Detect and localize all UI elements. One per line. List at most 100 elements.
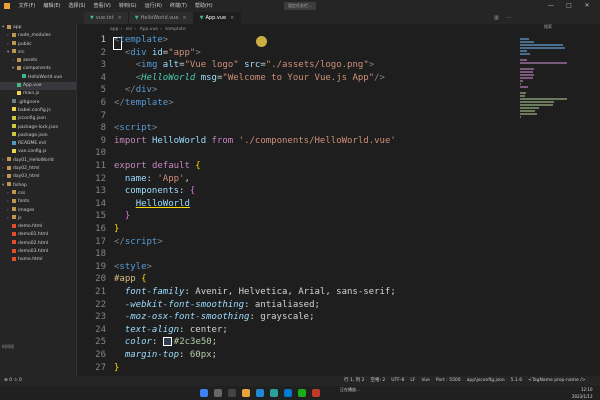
- line-number: 24: [95, 324, 106, 335]
- line-number: 15: [95, 211, 106, 222]
- status-item[interactable]: Vue: [422, 378, 430, 383]
- vscode-taskbar-icon[interactable]: [284, 389, 292, 397]
- tree-item[interactable]: demo02.html: [0, 240, 76, 248]
- tree-item[interactable]: HelloWorld.vue: [0, 74, 76, 82]
- line-number: 5: [100, 85, 106, 96]
- code-line: 7: [84, 110, 114, 123]
- status-problems[interactable]: ⊗ 0 ⚠ 0: [4, 376, 22, 386]
- status-item[interactable]: <TagName prop-name />: [528, 378, 585, 383]
- recorder-icon[interactable]: [312, 389, 320, 397]
- tree-item[interactable]: › day02_html: [0, 165, 76, 173]
- close-tab-icon[interactable]: ×: [230, 15, 234, 21]
- tree-item[interactable]: home.html: [0, 256, 76, 264]
- split-editor-icon[interactable]: ▥: [494, 15, 499, 21]
- code-line: 25 color: #2c3e50;: [84, 336, 217, 349]
- close-tab-icon[interactable]: ×: [118, 15, 122, 21]
- status-item[interactable]: 空格: 2: [370, 378, 385, 383]
- tree-item[interactable]: › day01_HelloWorld: [0, 157, 76, 165]
- tree-item[interactable]: babel.config.js: [0, 107, 76, 115]
- status-item[interactable]: 5.1.6: [511, 378, 522, 383]
- menu-item[interactable]: 运行(R): [141, 0, 166, 12]
- tree-item[interactable]: main.js: [0, 90, 76, 98]
- status-bar: ⊗ 0 ⚠ 0 行 1, 列 2 空格: 2 UTF-8 LF Vue Port : 55…: [0, 376, 600, 386]
- file-tree: ▾ app › node_modules › public ▾ src › assets ▾ comp…: [0, 24, 76, 265]
- breadcrumb-folder[interactable]: app: [110, 27, 118, 32]
- tree-item[interactable]: ▾ tishop: [0, 182, 76, 190]
- tree-item[interactable]: App.vue: [0, 82, 76, 91]
- breadcrumb-file[interactable]: App.vue: [140, 27, 159, 32]
- menu-item[interactable]: 选择(S): [64, 0, 89, 12]
- editor-tabs: ▼ vue.txt × ▼ HelloWorld.vue × ▼ App.vue ×: [84, 12, 242, 24]
- search-icon[interactable]: [214, 389, 222, 397]
- line-number: 12: [95, 173, 106, 184]
- close-tab-icon[interactable]: ×: [182, 15, 186, 21]
- code-text: }: [114, 210, 130, 223]
- line-number: 13: [95, 186, 106, 197]
- code-editor[interactable]: 1 <template> 2 <div id="app"> 3 <img alt="V…: [84, 34, 514, 376]
- close-icon[interactable]: ✕: [580, 0, 594, 12]
- color-swatch[interactable]: [162, 337, 172, 347]
- media-notification[interactable]: 正在播放...: [340, 386, 460, 400]
- status-item[interactable]: LF: [410, 378, 415, 383]
- menu-item[interactable]: 转到(G): [115, 0, 141, 12]
- tree-item[interactable]: ▾ app: [0, 24, 76, 32]
- sidebar-divider[interactable]: [76, 24, 77, 376]
- tree-item[interactable]: › js: [0, 215, 76, 223]
- minimap-line: [520, 86, 529, 88]
- minimap[interactable]: [514, 34, 600, 376]
- js-icon: [12, 107, 16, 112]
- maximize-icon[interactable]: □: [562, 0, 576, 12]
- tree-item[interactable]: ▾ src: [0, 49, 76, 57]
- status-item[interactable]: app\jsconfig.json: [467, 378, 505, 383]
- status-item[interactable]: UTF-8: [391, 378, 404, 383]
- task-view-icon[interactable]: [228, 389, 236, 397]
- tree-item[interactable]: README.md: [0, 140, 76, 148]
- breadcrumb-folder[interactable]: src: [126, 27, 133, 32]
- code-token: {: [189, 186, 196, 197]
- tree-item[interactable]: demo03.html: [0, 248, 76, 256]
- code-token: :: [179, 350, 190, 360]
- tree-item[interactable]: › public: [0, 41, 76, 49]
- tab-vue-txt[interactable]: ▼ vue.txt ×: [84, 12, 129, 24]
- file-explorer-icon[interactable]: [242, 389, 250, 397]
- tree-item[interactable]: .gitignore: [0, 99, 76, 107]
- tree-item[interactable]: › css: [0, 190, 76, 198]
- minimap-line: [520, 71, 533, 73]
- tree-item[interactable]: jsconfig.json: [0, 115, 76, 123]
- line-number: 20: [95, 274, 106, 285]
- chrome-browser-icon[interactable]: [270, 389, 278, 397]
- wechat-icon[interactable]: [298, 389, 306, 397]
- tree-item[interactable]: vue.config.js: [0, 148, 76, 156]
- start-menu-icon[interactable]: [200, 389, 208, 397]
- minimize-icon[interactable]: —: [544, 0, 558, 12]
- tree-item[interactable]: package-lock.json: [0, 124, 76, 132]
- tree-item[interactable]: › node_modules: [0, 32, 76, 40]
- menu-item[interactable]: 文件(F): [15, 0, 40, 12]
- tree-item[interactable]: demo.html: [0, 223, 76, 231]
- edge-browser-icon[interactable]: [256, 389, 264, 397]
- code-text: </script>: [114, 236, 163, 249]
- tab-helloworld-vue[interactable]: ▼ HelloWorld.vue ×: [128, 12, 194, 24]
- menu-item[interactable]: 查看(V): [90, 0, 115, 12]
- status-item[interactable]: 行 1, 列 2: [344, 378, 364, 383]
- code-token: name: [124, 173, 147, 184]
- timeline-label[interactable]: 时间线: [2, 344, 14, 350]
- tree-item[interactable]: › day03_html: [0, 173, 76, 181]
- code-text: name: 'App',: [114, 173, 190, 186]
- tree-item[interactable]: package.json: [0, 132, 76, 140]
- code-token: img: [141, 60, 158, 71]
- menu-item[interactable]: 编辑(E): [39, 0, 64, 12]
- line-number: 4: [100, 72, 106, 83]
- system-clock[interactable]: 12:10 2023/1/13: [572, 386, 593, 400]
- status-item[interactable]: Port : 5500: [436, 378, 461, 383]
- tree-item[interactable]: demo01.html: [0, 231, 76, 239]
- more-actions-icon[interactable]: ⋯: [506, 15, 511, 21]
- menu-item[interactable]: 终端(T): [166, 0, 191, 12]
- menu-item[interactable]: 帮助(H): [191, 0, 217, 12]
- tree-item[interactable]: › images: [0, 207, 76, 215]
- tab-app-vue[interactable]: ▼ App.vue ×: [193, 12, 242, 24]
- tree-item[interactable]: › assets: [0, 57, 76, 65]
- tree-item[interactable]: ▾ components: [0, 65, 76, 73]
- breadcrumb-node[interactable]: template: [165, 27, 185, 32]
- tree-item[interactable]: › fonts: [0, 198, 76, 206]
